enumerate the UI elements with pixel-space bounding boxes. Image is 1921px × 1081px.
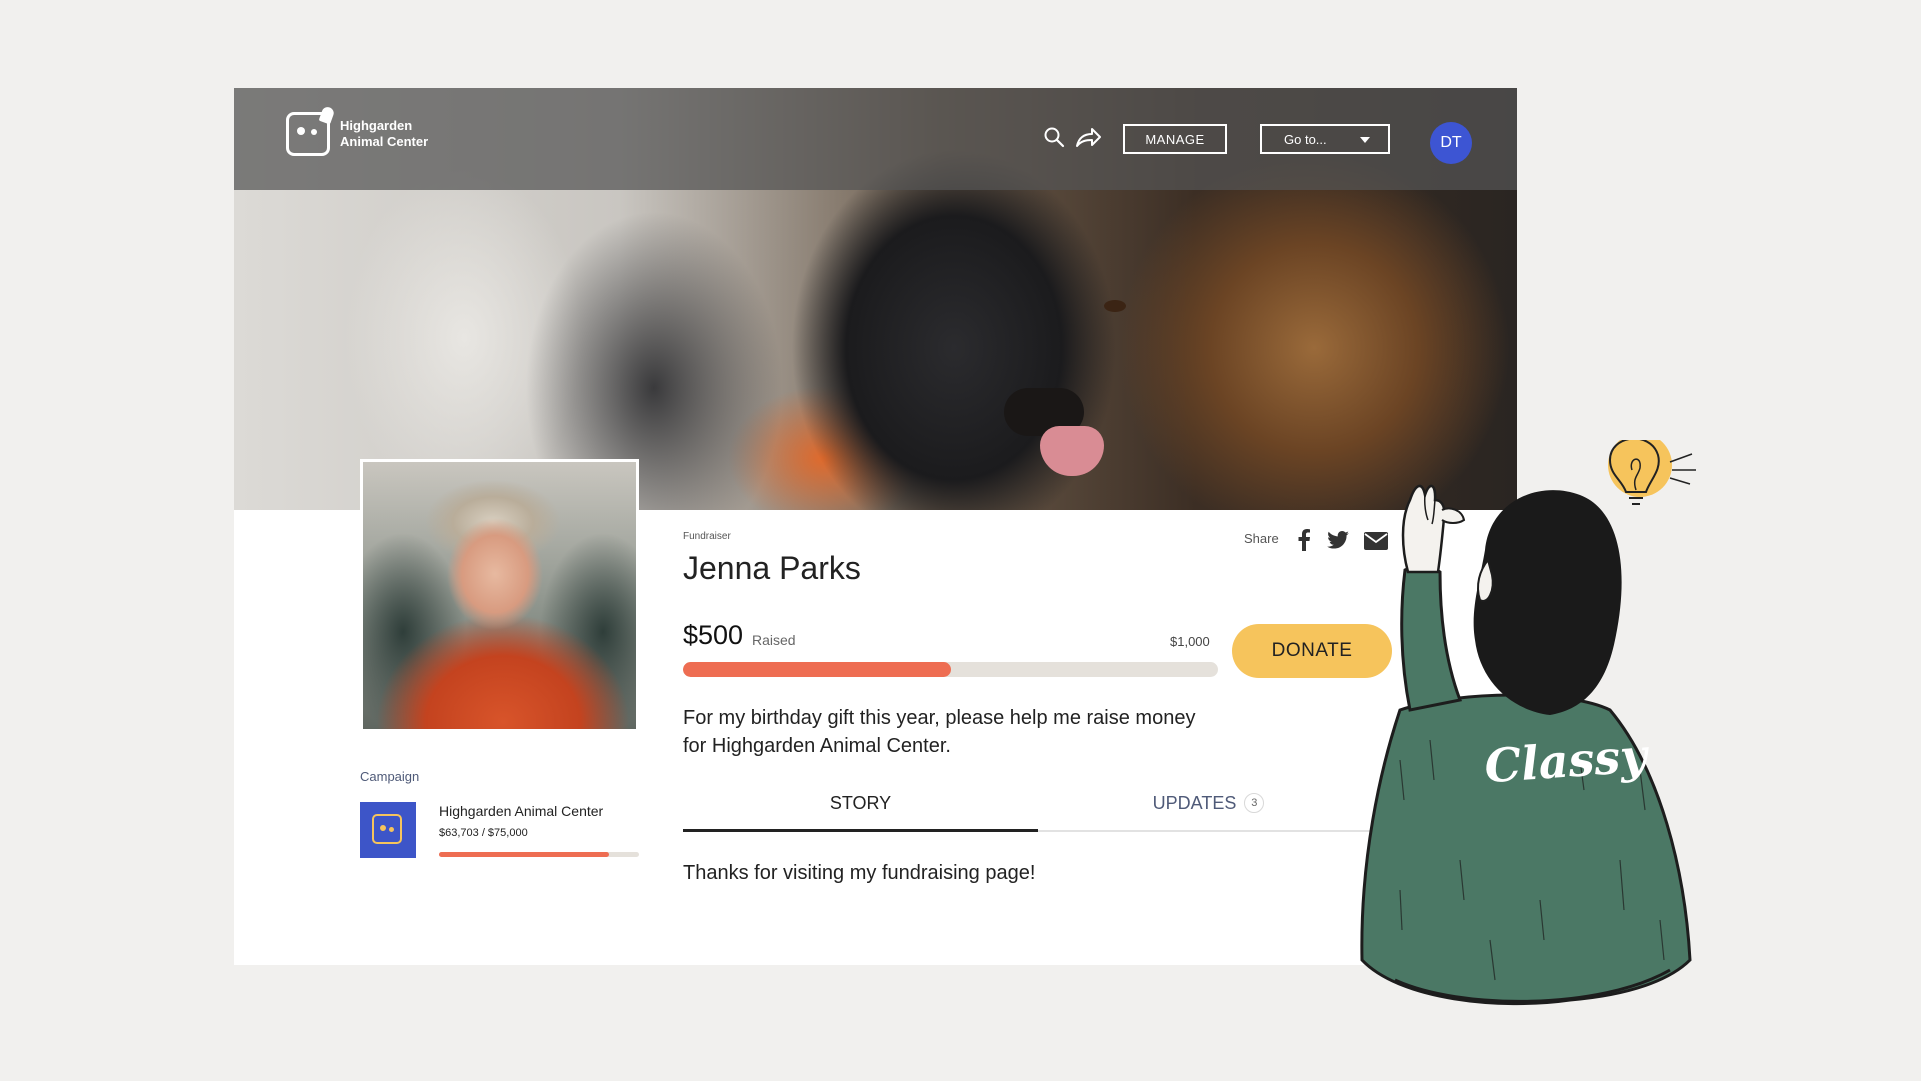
dog-logo-icon — [372, 814, 402, 844]
campaign-progress-fill — [439, 852, 609, 857]
fundraiser-eyebrow: Fundraiser — [683, 531, 731, 542]
goal-amount: $1,000 — [1170, 634, 1210, 649]
tab-updates-label: UPDATES — [1152, 792, 1237, 813]
sweater-text: Classy — [1483, 728, 1652, 793]
dog-logo-icon — [286, 105, 336, 156]
content-tabs: STORY UPDATES 3 — [683, 782, 1379, 824]
fundraiser-progress-fill — [683, 662, 951, 677]
share-arrow-icon[interactable] — [1074, 126, 1101, 152]
facebook-icon[interactable] — [1297, 529, 1311, 556]
manage-button[interactable]: MANAGE — [1123, 124, 1227, 154]
tab-updates[interactable]: UPDATES 3 — [1038, 782, 1379, 824]
tab-story[interactable]: STORY — [683, 782, 1038, 824]
fundraiser-description: For my birthday gift this year, please h… — [683, 707, 1196, 757]
org-logo[interactable]: Highgarden Animal Center — [286, 105, 428, 156]
share-label: Share — [1244, 531, 1279, 546]
active-tab-indicator — [683, 829, 1038, 832]
campaign-section-label: Campaign — [360, 769, 420, 784]
campaign-logo[interactable] — [360, 802, 416, 858]
fundraiser-profile-photo — [360, 459, 639, 732]
lightbulb-icon — [1608, 433, 1696, 505]
org-name: Highgarden Animal Center — [340, 118, 428, 150]
updates-count-badge: 3 — [1244, 793, 1265, 813]
org-name-line2: Animal Center — [340, 134, 429, 149]
campaign-name[interactable]: Highgarden Animal Center — [439, 803, 603, 819]
top-navigation-bar: Highgarden Animal Center MANAGE Go to...… — [234, 88, 1517, 190]
fundraiser-name: Jenna Parks — [683, 550, 861, 586]
campaign-progress-bar — [439, 852, 639, 857]
tab-underline — [683, 829, 1379, 832]
classy-mascot-illustration: Classy — [1340, 433, 1760, 1040]
chevron-down-icon — [1360, 137, 1370, 143]
goto-label: Go to... — [1284, 131, 1327, 147]
dog-tongue — [1040, 426, 1104, 476]
raised-amount: $500 — [683, 620, 744, 650]
user-avatar[interactable]: DT — [1430, 122, 1472, 164]
campaign-amount: $63,703 / $75,000 — [439, 827, 528, 839]
goto-dropdown[interactable]: Go to... — [1260, 124, 1390, 154]
fundraiser-page: Highgarden Animal Center MANAGE Go to...… — [234, 88, 1517, 965]
fundraiser-progress-bar — [683, 662, 1218, 677]
search-icon[interactable] — [1043, 126, 1069, 152]
dog-eye — [1104, 300, 1126, 312]
raised-label: Raised — [752, 632, 796, 648]
org-name-line1: Highgarden — [340, 118, 413, 133]
tab-story-label: STORY — [829, 792, 892, 813]
story-text: Thanks for visiting my fundraising page! — [683, 862, 1036, 884]
hero-banner-image: Highgarden Animal Center MANAGE Go to...… — [234, 88, 1517, 510]
